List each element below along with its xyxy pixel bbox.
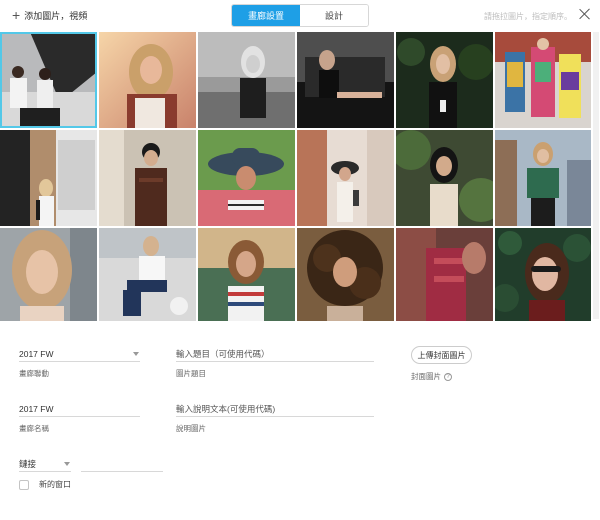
- gallery-name-input[interactable]: 2017 FW: [19, 402, 140, 416]
- gallery-photo[interactable]: [495, 228, 591, 321]
- image-description-input[interactable]: 輸入說明文本(可使用代碼): [176, 402, 374, 416]
- upload-cover-button[interactable]: 上傳封面圖片: [411, 346, 472, 364]
- chevron-down-icon[interactable]: [133, 352, 139, 356]
- gallery-action-label: 畫廊聯動: [19, 369, 49, 378]
- gallery-photo[interactable]: [396, 228, 493, 321]
- gallery-photo[interactable]: [99, 228, 196, 321]
- settings-tabs: 畫廊設置 設計: [231, 4, 369, 27]
- image-title-field[interactable]: 輸入題目（可使用代碼） 圖片題目: [176, 347, 374, 379]
- image-description-label: 說明圖片: [176, 424, 206, 433]
- gallery-photo[interactable]: [0, 32, 97, 128]
- gallery-photo[interactable]: [396, 32, 493, 128]
- add-media-label: 添加圖片，視頻: [24, 11, 88, 21]
- field-underline: [176, 416, 374, 417]
- gallery-photo[interactable]: [198, 228, 295, 321]
- help-icon[interactable]: ?: [444, 372, 452, 381]
- gallery-photo[interactable]: [396, 130, 493, 226]
- add-media-button[interactable]: + 添加圖片，視頻: [12, 7, 88, 23]
- gallery-photo[interactable]: [0, 130, 97, 226]
- image-description-field[interactable]: 輸入說明文本(可使用代碼) 說明圖片: [176, 402, 374, 434]
- tab-design[interactable]: 設計: [300, 5, 368, 26]
- gallery-action-field[interactable]: 2017 FW 畫廊聯動: [19, 347, 140, 379]
- new-window-label: 新的窗口: [39, 480, 71, 489]
- field-underline: [176, 361, 374, 362]
- field-underline: [19, 416, 140, 417]
- gallery-action-select[interactable]: 2017 FW: [19, 347, 140, 361]
- gallery-photo[interactable]: [297, 228, 394, 321]
- gallery-photo[interactable]: [198, 130, 295, 226]
- chevron-down-icon[interactable]: [64, 462, 70, 466]
- image-title-label: 圖片題目: [176, 369, 206, 378]
- link-url-field[interactable]: [81, 457, 163, 472]
- gallery-name-label: 畫廊名稱: [19, 424, 49, 433]
- field-underline: [19, 471, 71, 472]
- link-url-input[interactable]: [81, 457, 163, 471]
- gallery-photo[interactable]: [99, 32, 196, 128]
- top-bar: + 添加圖片，視頻 畫廊設置 設計 請拖拉圖片，指定順序。: [0, 0, 600, 32]
- cover-image-label-row: 封面圖片 ?: [411, 371, 452, 382]
- gallery-photo[interactable]: [297, 130, 394, 226]
- gallery-photo[interactable]: [495, 130, 591, 226]
- gallery-photo[interactable]: [495, 32, 591, 128]
- field-underline: [19, 361, 140, 362]
- gallery-photo[interactable]: [297, 32, 394, 128]
- tab-gallery-settings[interactable]: 畫廊設置: [232, 5, 300, 26]
- plus-icon: +: [12, 7, 21, 23]
- photo-grid: [0, 32, 591, 321]
- link-type-field[interactable]: 鏈接: [19, 457, 71, 472]
- image-title-input[interactable]: 輸入題目（可使用代碼）: [176, 347, 374, 361]
- gallery-photo[interactable]: [198, 32, 295, 128]
- close-icon[interactable]: [579, 8, 591, 20]
- gallery-photo[interactable]: [99, 130, 196, 226]
- gallery-name-field[interactable]: 2017 FW 畫廊名稱: [19, 402, 140, 434]
- field-underline: [81, 471, 163, 472]
- new-window-checkbox[interactable]: [19, 479, 29, 490]
- cover-image-label: 封面圖片: [411, 372, 441, 381]
- new-window-option[interactable]: 新的窗口: [19, 479, 71, 490]
- gallery-photo[interactable]: [0, 228, 97, 321]
- grid-scrollbar[interactable]: [593, 32, 599, 319]
- drag-hint-text: 請拖拉圖片，指定順序。: [484, 12, 572, 21]
